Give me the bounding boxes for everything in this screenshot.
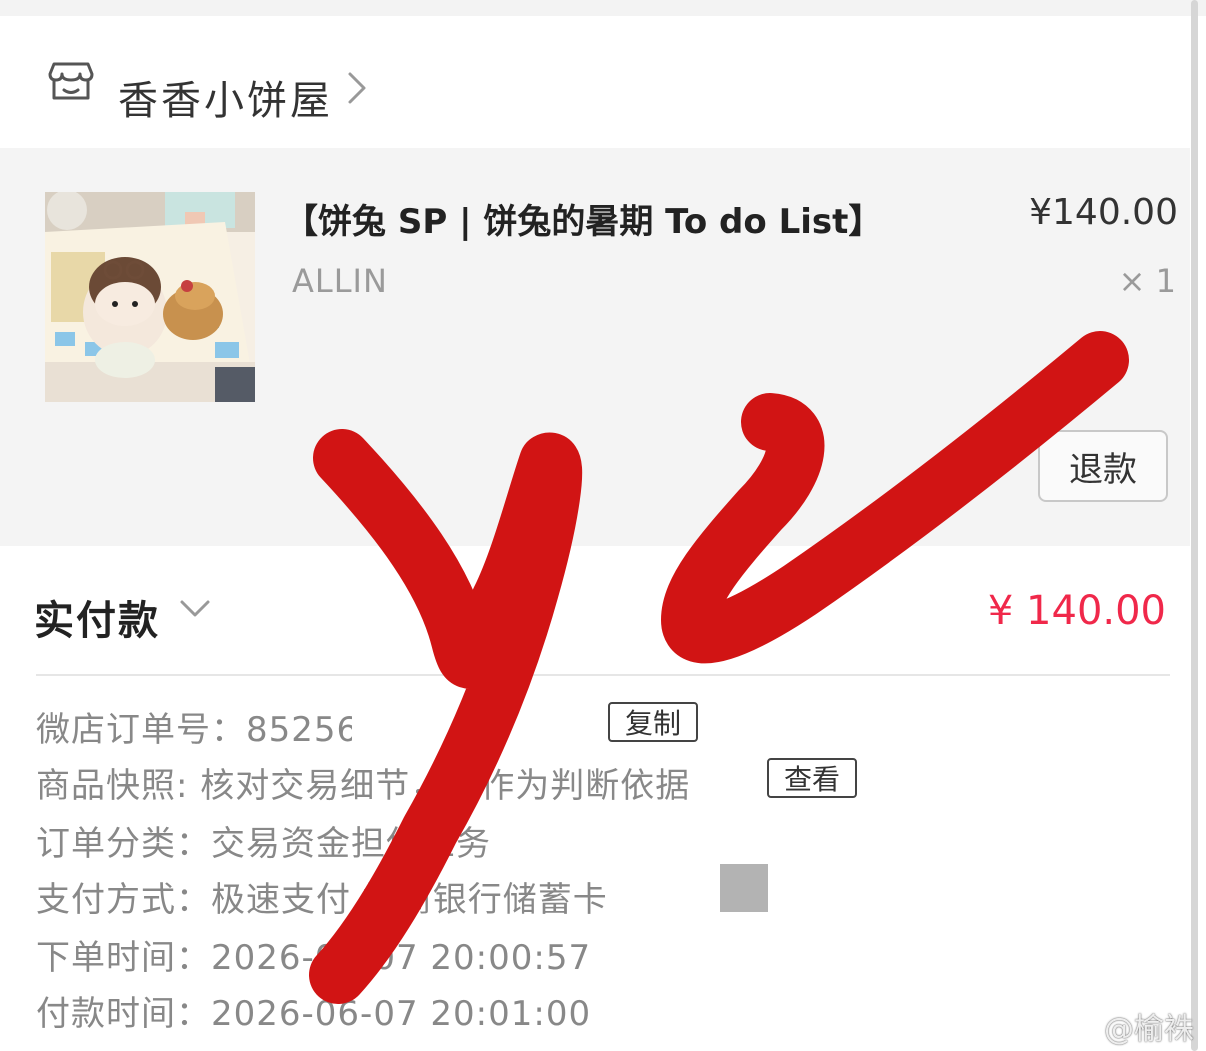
paid-label[interactable]: 实付款 bbox=[34, 588, 160, 646]
snapshot-row: 商品快照: 核对交易细节，可作为判断依据 bbox=[36, 758, 690, 807]
product-title[interactable]: 【饼兔 SP | 饼兔的暑期 To do List】 bbox=[284, 194, 882, 243]
product-card[interactable]: 【饼兔 SP | 饼兔的暑期 To do List】 ¥140.00 ALLIN… bbox=[0, 148, 1190, 546]
product-sku: ALLIN bbox=[292, 262, 388, 300]
shop-header[interactable]: 香香小饼屋 bbox=[0, 16, 1190, 148]
scrollbar[interactable] bbox=[1191, 0, 1198, 1051]
order-detail-page: 香香小饼屋 【饼兔 SP | 饼兔的暑期 To do List】 ¥140.00… bbox=[0, 0, 1206, 1051]
watermark: @榆袾 bbox=[1104, 1012, 1194, 1047]
category-label: 订单分类： bbox=[36, 824, 211, 864]
payment-method-row: 支付方式：极速支付 招商银行储蓄卡 bbox=[36, 872, 608, 921]
view-snapshot-button[interactable]: 查看 bbox=[767, 758, 857, 798]
top-strip bbox=[0, 0, 1206, 16]
pay-time-label: 付款时间： bbox=[36, 994, 211, 1034]
payment-method-value: 极速支付 招商银行储蓄卡 bbox=[211, 880, 608, 920]
order-time-value: 2026-06-07 20:00:57 bbox=[211, 938, 592, 978]
product-thumbnail[interactable] bbox=[45, 192, 255, 402]
category-row: 订单分类：交易资金担保业务 bbox=[36, 816, 491, 865]
order-time-row: 下单时间：2026-06-07 20:00:57 bbox=[36, 930, 591, 979]
snapshot-label: 商品快照: bbox=[36, 766, 189, 806]
order-number-value: 85256 bbox=[246, 710, 360, 750]
category-value: 交易资金担保业务 bbox=[211, 824, 491, 864]
snapshot-value: 核对交易细节，可作为判断依据 bbox=[200, 766, 691, 806]
order-number-label: 微店订单号： bbox=[36, 710, 246, 750]
redaction-mask bbox=[352, 700, 602, 746]
shop-name[interactable]: 香香小饼屋 bbox=[118, 68, 333, 126]
divider bbox=[36, 674, 1170, 676]
order-number-row: 微店订单号：85256 bbox=[36, 702, 359, 751]
refund-button[interactable]: 退款 bbox=[1038, 430, 1168, 502]
order-time-label: 下单时间： bbox=[36, 938, 211, 978]
redaction-box bbox=[720, 864, 768, 912]
copy-button[interactable]: 复制 bbox=[608, 702, 698, 742]
product-photo bbox=[45, 192, 255, 402]
store-icon bbox=[48, 62, 94, 100]
product-price: ¥140.00 bbox=[1029, 192, 1178, 233]
chevron-right-icon[interactable] bbox=[342, 68, 372, 108]
product-quantity: × 1 bbox=[1118, 262, 1176, 300]
pay-time-row: 付款时间：2026-06-07 20:01:00 bbox=[36, 986, 591, 1035]
pay-time-value: 2026-06-07 20:01:00 bbox=[211, 994, 592, 1034]
paid-amount: ¥ 140.00 bbox=[987, 588, 1166, 634]
chevron-down-icon[interactable] bbox=[178, 598, 212, 620]
payment-method-label: 支付方式： bbox=[36, 880, 211, 920]
redaction-mask bbox=[622, 866, 720, 914]
